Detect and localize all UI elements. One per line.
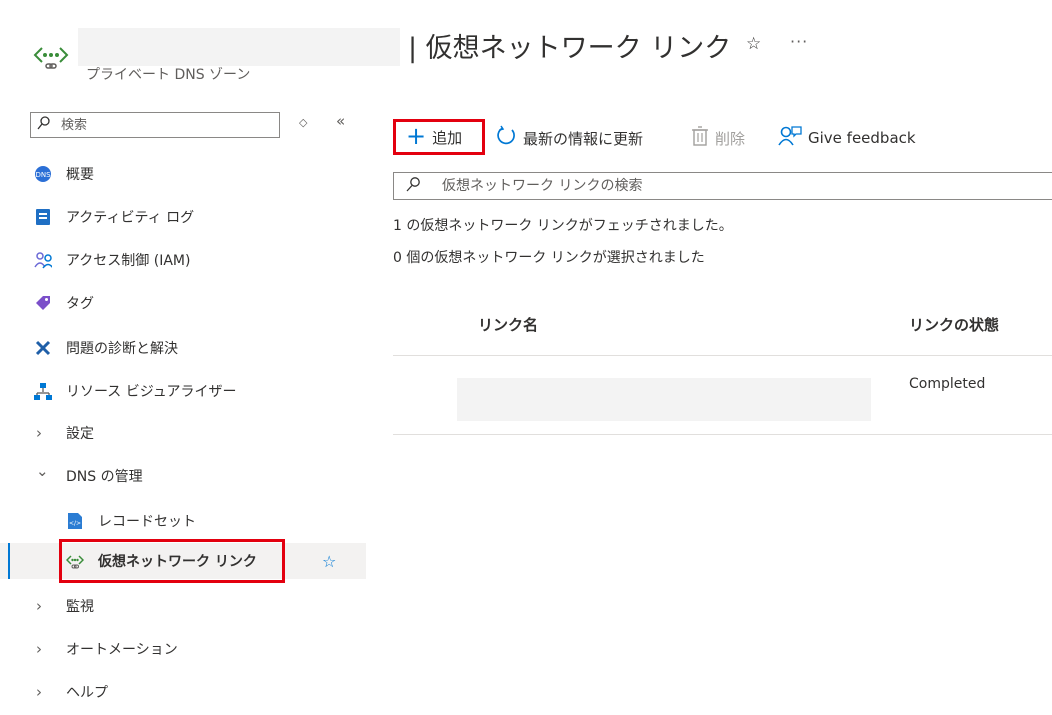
page-title: | 仮想ネットワーク リンク xyxy=(408,33,732,64)
sidebar-item-label: 問題の診断と解決 xyxy=(66,341,178,357)
sidebar-item-label: 概要 xyxy=(66,167,94,183)
chevron-right-icon: › xyxy=(36,597,42,615)
sidebar-item-help[interactable]: › ヘルプ xyxy=(0,674,366,710)
add-label: 追加 xyxy=(432,128,463,147)
feedback-icon xyxy=(778,125,802,151)
diagnose-icon xyxy=(34,339,52,357)
sidebar-item-label: ヘルプ xyxy=(66,685,108,701)
favorite-star-icon[interactable]: ☆ xyxy=(746,34,761,54)
link-status-cell: Completed xyxy=(909,376,986,392)
svg-text:DNS: DNS xyxy=(35,171,51,179)
add-button[interactable]: + 追加 xyxy=(393,119,485,155)
sidebar-item-diagnose[interactable]: 問題の診断と解決 xyxy=(0,330,366,366)
sidebar-item-label: オートメーション xyxy=(66,642,178,658)
sidebar-item-tags[interactable]: タグ xyxy=(0,285,366,321)
sidebar-item-label: アクセス制御 (IAM) xyxy=(66,253,191,269)
svg-text:</>: </> xyxy=(69,520,81,527)
sidebar-item-label: 設定 xyxy=(66,426,94,442)
sidebar-item-dns-management[interactable]: ⌄ DNS の管理 xyxy=(0,458,366,494)
delete-label: 削除 xyxy=(715,129,746,148)
give-feedback-button[interactable]: Give feedback xyxy=(778,120,916,156)
chevron-right-icon: › xyxy=(36,683,42,701)
add-icon: + xyxy=(406,121,427,150)
row-divider xyxy=(393,434,1052,435)
sidebar-item-label: リソース ビジュアライザー xyxy=(66,384,237,400)
chevron-down-icon: ⌄ xyxy=(36,462,49,480)
refresh-label: 最新の情報に更新 xyxy=(523,129,644,148)
sidebar-search-input[interactable] xyxy=(61,115,271,135)
private-dns-zone-icon xyxy=(32,38,72,78)
sidebar-item-iam[interactable]: アクセス制御 (IAM) xyxy=(0,242,366,278)
fetched-count-text: 1 の仮想ネットワーク リンクがフェッチされました。 xyxy=(393,218,733,234)
collapse-sidebar-icon[interactable]: « xyxy=(336,112,345,130)
sidebar-item-automation[interactable]: › オートメーション xyxy=(0,631,366,667)
resource-type-subtitle: プライベート DNS ゾーン xyxy=(86,67,251,83)
column-header-link-status[interactable]: リンクの状態 xyxy=(909,314,999,335)
record-set-icon: </> xyxy=(66,512,84,530)
sidebar-item-resource-visualizer[interactable]: リソース ビジュアライザー xyxy=(0,373,366,409)
selected-count-text: 0 個の仮想ネットワーク リンクが選択されました xyxy=(393,250,705,266)
more-options-icon[interactable]: ··· xyxy=(790,32,808,51)
chevron-right-icon: › xyxy=(36,424,42,442)
resource-visualizer-icon xyxy=(34,382,52,400)
overview-icon: DNS xyxy=(34,165,52,183)
column-header-link-name[interactable]: リンク名 xyxy=(478,314,538,335)
chevron-right-icon: › xyxy=(36,640,42,658)
refresh-icon xyxy=(495,125,517,151)
sidebar-item-label: アクティビティ ログ xyxy=(66,210,195,226)
delete-button[interactable]: 削除 xyxy=(691,120,745,156)
virtual-network-link-search[interactable] xyxy=(393,172,1052,200)
activity-log-icon xyxy=(34,208,52,226)
delete-icon xyxy=(691,126,709,150)
sidebar-options-icon[interactable]: ◇ xyxy=(299,116,307,129)
search-icon xyxy=(406,177,420,196)
sidebar-search[interactable] xyxy=(30,112,280,138)
sidebar-item-label: レコードセット xyxy=(98,514,196,530)
search-icon xyxy=(37,116,50,134)
link-name-redacted xyxy=(457,378,871,421)
search-input[interactable] xyxy=(442,176,1042,196)
highlight-box-sidebar xyxy=(59,539,285,583)
refresh-button[interactable]: 最新の情報に更新 xyxy=(495,120,643,156)
sidebar-item-monitoring[interactable]: › 監視 xyxy=(0,588,366,624)
sidebar-item-settings[interactable]: › 設定 xyxy=(0,415,366,451)
favorite-star-icon[interactable]: ☆ xyxy=(322,552,336,571)
sidebar-item-label: タグ xyxy=(66,296,94,312)
sidebar-item-overview[interactable]: DNS 概要 xyxy=(0,156,366,192)
iam-icon xyxy=(34,251,52,269)
sidebar-item-activity-log[interactable]: アクティビティ ログ xyxy=(0,199,366,235)
tag-icon xyxy=(34,294,52,312)
sidebar-item-label: 監視 xyxy=(66,599,94,615)
sidebar-item-label: DNS の管理 xyxy=(66,469,143,485)
feedback-label: Give feedback xyxy=(808,129,916,147)
resource-name-redacted xyxy=(78,28,400,66)
sidebar-item-record-sets[interactable]: </> レコードセット xyxy=(0,503,366,539)
